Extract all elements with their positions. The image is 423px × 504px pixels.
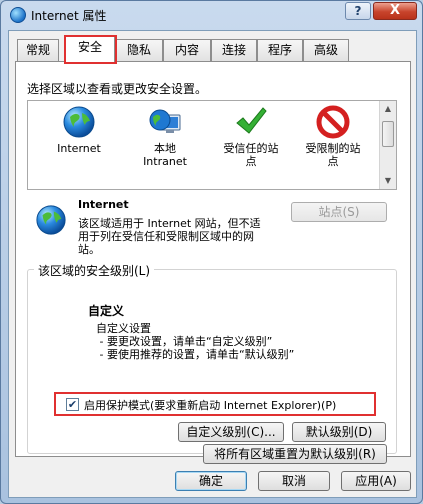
tab-programs[interactable]: 程序 <box>257 39 303 61</box>
custom-level-button[interactable]: 自定义级别(C)... <box>178 422 284 442</box>
globe-icon <box>63 106 95 138</box>
zone-label: 受限制的站 点 <box>305 142 361 168</box>
scroll-down-arrow-icon[interactable]: ▼ <box>380 173 396 189</box>
zone-restricted-sites[interactable]: 受限制的站 点 <box>290 105 376 168</box>
zone-label: 受信任的站 点 <box>223 142 279 168</box>
tab-content[interactable]: 内容 <box>163 39 211 61</box>
apply-button[interactable]: 应用(A) <box>341 471 411 491</box>
dialog-body: 常规 安全 隐私 内容 连接 程序 高级 选择区域以查看或更改安全设置。 Int… <box>8 30 417 498</box>
security-level-description: 自定义设置 - 要更改设置，请单击“自定义级别” - 要使用推荐的设置，请单击“… <box>96 322 295 361</box>
tab-general[interactable]: 常规 <box>17 39 59 61</box>
default-level-button[interactable]: 默认级别(D) <box>292 422 386 442</box>
intranet-icon <box>149 109 181 133</box>
security-level-name: 自定义 <box>88 304 125 318</box>
title-bar[interactable]: Internet 属性 ? X <box>1 1 422 31</box>
reset-all-zones-button[interactable]: 将所有区域重置为默认级别(R) <box>203 444 387 464</box>
zone-local-intranet[interactable]: 本地 Intranet <box>122 105 208 168</box>
scroll-up-arrow-icon[interactable]: ▲ <box>380 101 396 117</box>
tab-connections[interactable]: 连接 <box>211 39 257 61</box>
protected-mode-checkbox[interactable]: ✔ <box>66 398 79 411</box>
security-level-group: 该区域的安全级别(L) 自定义 自定义设置 - 要更改设置，请单击“自定义级别”… <box>27 262 397 454</box>
window-title: Internet 属性 <box>31 9 107 23</box>
ie-globe-icon <box>10 7 26 23</box>
protected-mode-label[interactable]: 启用保护模式(要求重新启动 Internet Explorer)(P) <box>84 397 336 413</box>
internet-options-window: Internet 属性 ? X 常规 安全 隐私 内容 连接 程序 高级 选择区… <box>0 0 423 504</box>
zone-label: Internet <box>57 142 101 155</box>
zone-list: Internet 本地 Intranet 受信任的站 点 受限制的站 点 ▲ ▼ <box>27 100 397 190</box>
scroll-thumb[interactable] <box>382 121 394 147</box>
tab-privacy[interactable]: 隐私 <box>115 39 163 61</box>
cancel-button[interactable]: 取消 <box>258 471 330 491</box>
tab-security[interactable]: 安全 <box>65 36 115 62</box>
zone-trusted-sites[interactable]: 受信任的站 点 <box>208 105 294 168</box>
no-entry-icon <box>316 105 350 139</box>
help-button[interactable]: ? <box>345 2 371 20</box>
tab-advanced[interactable]: 高级 <box>303 39 349 61</box>
zone-list-scrollbar[interactable]: ▲ ▼ <box>379 101 396 189</box>
zone-label: 本地 Intranet <box>143 142 187 168</box>
close-button[interactable]: X <box>373 2 417 20</box>
sites-button[interactable]: 站点(S) <box>291 202 387 222</box>
zone-select-heading: 选择区域以查看或更改安全设置。 <box>27 82 208 96</box>
protected-mode-row[interactable]: ✔ 启用保护模式(要求重新启动 Internet Explorer)(P) <box>54 392 376 416</box>
selected-zone-description: 该区域适用于 Internet 网站，但不适用于列在受信任和受限制区域中的网站。 <box>78 217 261 256</box>
zone-internet[interactable]: Internet <box>36 105 122 155</box>
security-tab-panel: 选择区域以查看或更改安全设置。 Internet 本地 Intranet 受信任… <box>15 61 411 464</box>
checkmark-icon <box>236 107 267 134</box>
selected-zone-title: Internet <box>78 198 129 211</box>
selected-zone-globe-icon <box>36 205 66 235</box>
ok-button[interactable]: 确定 <box>175 471 247 491</box>
security-level-caption: 该区域的安全级别(L) <box>34 262 155 279</box>
